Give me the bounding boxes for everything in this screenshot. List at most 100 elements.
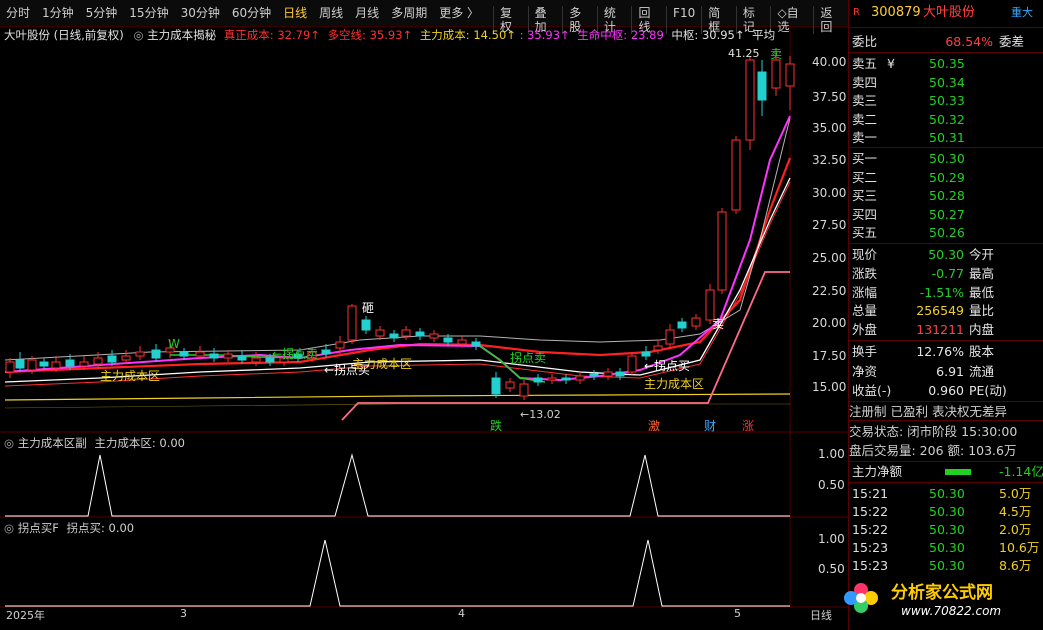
tick-row: 15:23 50.30 10.6万 (849, 539, 1043, 557)
candle-body (457, 339, 467, 345)
ask-row: 卖二 50.32 (849, 111, 1043, 129)
price-tick: 20.00 (812, 316, 847, 330)
stat2-label-right: PE(动) (969, 383, 1007, 398)
candle-body (151, 349, 161, 359)
candle-body (195, 351, 205, 357)
candle-body (335, 341, 345, 349)
tag-ji: 激 (648, 419, 660, 433)
candle-body (533, 377, 543, 383)
tick-time: 15:22 (852, 522, 889, 537)
avg-line (4, 117, 791, 361)
major-event-tag[interactable]: 重大 (1011, 4, 1033, 22)
candle-body (561, 377, 571, 381)
bid-label: 买三 (852, 188, 878, 203)
candle-body (505, 381, 515, 389)
candle-body (51, 361, 61, 369)
stat-value: 131211 (916, 322, 964, 338)
candle-body (179, 351, 189, 357)
candle-body (641, 351, 651, 357)
ask-price: 50.35 (929, 56, 965, 71)
net-row: 主力净额 -1.14亿 (849, 463, 1043, 481)
tick-volume: 10.6万 (999, 540, 1040, 555)
divider (849, 340, 1043, 341)
candle-body (429, 333, 439, 339)
bid-price: 50.30 (929, 151, 965, 166)
divider (849, 482, 1043, 483)
weibi-value: 68.54% (945, 34, 993, 49)
price-tick: 15.00 (812, 380, 847, 394)
sell-mark-1: 卖 (712, 317, 724, 331)
quote-panel: R 300879 大叶股份 重大 委比 68.54% 委差 卖五 ¥50.35 卖四… (844, 0, 1043, 630)
stock-name: 大叶股份 (923, 5, 976, 20)
price-tick: 32.50 (812, 153, 847, 167)
xaxis-label-month: 4 (458, 607, 465, 620)
sub1-tick: 0.50 (818, 478, 845, 492)
sub1-signal-line (5, 453, 790, 517)
sub1-menu-icon[interactable]: ◎ (4, 436, 14, 450)
sub2-title[interactable]: 拐点买F (18, 521, 59, 535)
stat2-row: 净资 6.91 流通 (849, 363, 1043, 381)
tick-price: 50.30 (929, 486, 965, 501)
pick-buy-label-2: ←拐点买 (644, 358, 690, 373)
w-mark: W (168, 337, 180, 351)
candle-body (27, 359, 37, 371)
sub2-tick: 0.50 (818, 562, 845, 576)
candle-body (491, 377, 501, 395)
bid-row: 买一 50.30 (849, 150, 1043, 168)
tick-volume: 5.0万 (999, 486, 1032, 501)
cost-zone-label-1: 主力成本区 (100, 369, 160, 383)
stat-row: 现价 50.30 今开 (849, 246, 1043, 264)
ask-row: 卖五 ¥50.35 (849, 55, 1043, 73)
stat2-label: 收益(-) (852, 383, 892, 398)
ask-label: 卖四 (852, 74, 878, 90)
stat2-value: 6.91 (936, 363, 964, 379)
sub2-menu-icon[interactable]: ◎ (4, 521, 14, 535)
candle-body (223, 353, 233, 359)
after-hours: 盘后交易量: 206 额: 103.6万 (849, 443, 1017, 458)
stat2-row: 换手 12.76% 股本 (849, 343, 1043, 361)
candle-body (5, 361, 15, 373)
tick-time: 15:23 (852, 540, 889, 555)
bid-label: 买一 (852, 151, 878, 166)
stat2-label-right: 股本 (969, 344, 995, 359)
ask-price: 50.32 (929, 111, 965, 127)
divider (849, 243, 1043, 244)
tick-row: 15:22 50.30 4.5万 (849, 503, 1043, 521)
tick-time: 15:22 (852, 504, 889, 519)
candle-body (209, 353, 219, 359)
xaxis-label-month: 3 (180, 607, 187, 620)
ask-row: 卖一 50.31 (849, 129, 1043, 147)
bid-row: 买四 50.27 (849, 206, 1043, 224)
pick-sell-label-1: ←拐点卖 (272, 346, 318, 361)
logo: 分析家公式网 www.70822.com (844, 572, 1043, 628)
main-cost-line (4, 393, 791, 401)
pick-buy-label-1: ←拐点买 (324, 362, 370, 377)
candle-body (665, 329, 675, 345)
candle-body (251, 357, 261, 363)
stat-label-right: 内盘 (969, 322, 995, 338)
divider (849, 27, 1043, 28)
sell-mark-2: 卖 (770, 47, 782, 61)
weibi-row: 委比 68.54% 委差 (849, 33, 1043, 51)
price-tick: 40.00 (812, 55, 847, 69)
stat-row: 总量 256549 量比 (849, 302, 1043, 320)
candle-body (15, 359, 25, 369)
sub2-signal-line (5, 539, 790, 607)
ask-label: 卖一 (852, 130, 878, 145)
sub1-title[interactable]: 主力成本区副 (18, 436, 87, 450)
net-bar (945, 469, 971, 475)
tick-row: 15:22 50.30 2.0万 (849, 521, 1043, 539)
xaxis-period-label[interactable]: 日线 (810, 607, 832, 623)
stat-label-right: 最低 (969, 284, 995, 300)
tick-volume: 4.5万 (999, 504, 1032, 519)
ask-row: 卖四 50.34 (849, 74, 1043, 92)
bid-price: 50.28 (929, 188, 965, 203)
main-cost-line-2 (4, 403, 790, 409)
candle-body (589, 373, 599, 377)
candle-body (361, 319, 371, 331)
stat-row: 涨幅 -1.51% 最低 (849, 284, 1043, 302)
price-tick: 25.00 (812, 251, 847, 265)
tag-zhang: 涨 (742, 418, 754, 433)
stat-value: 256549 (916, 303, 964, 319)
divider (849, 420, 1043, 421)
